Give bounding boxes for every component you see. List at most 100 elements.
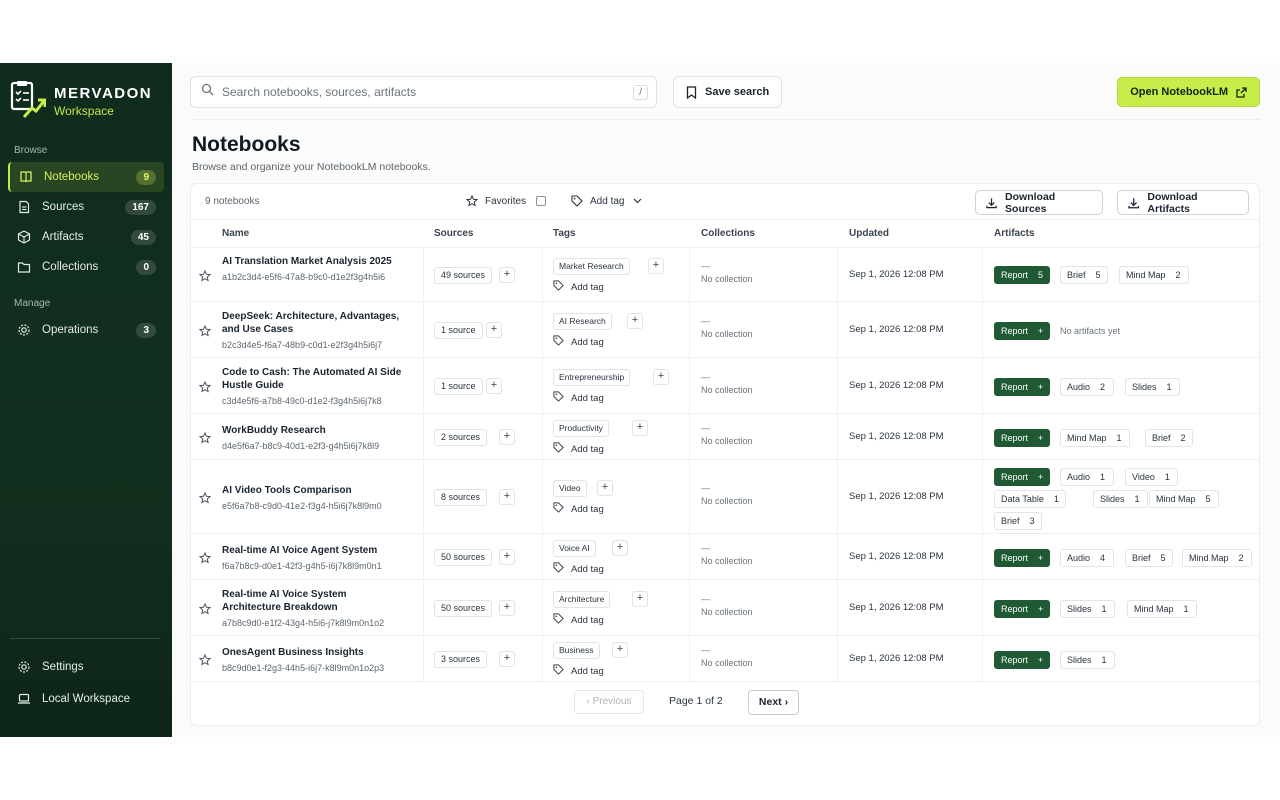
add-tag-filter-dropdown[interactable]: Add tag <box>571 195 642 207</box>
next-page-button[interactable]: Next › <box>748 690 799 715</box>
artifact-chip-data-table[interactable]: Data Table 1 <box>994 490 1066 508</box>
tag-pill[interactable]: Architecture <box>553 591 611 608</box>
tag-pill[interactable]: Entrepreneurship <box>553 369 631 386</box>
favorites-checkbox[interactable] <box>536 196 547 206</box>
add-tag-button[interactable]: Add tag <box>553 442 604 456</box>
artifact-chip-mind-map[interactable]: Mind Map 5 <box>1149 490 1219 508</box>
notebook-title-link[interactable]: AI Translation Market Analysis 2025 a1b2c… <box>222 255 407 284</box>
sources-count-pill[interactable]: 8 sources <box>434 489 488 506</box>
table-row[interactable]: OnesAgent Business Insights b8c9d0e1-f2g3… <box>191 636 1259 682</box>
add-tag-button[interactable]: Add tag <box>553 502 604 516</box>
artifact-chip-brief[interactable]: Brief 5 <box>1125 549 1173 567</box>
add-tag-plus-button[interactable]: + <box>597 480 613 496</box>
artifact-chip-report[interactable]: Report + <box>994 549 1051 567</box>
add-tag-plus-button[interactable]: + <box>653 369 669 385</box>
table-row[interactable]: AI Translation Market Analysis 2025 a1b2c… <box>191 248 1259 302</box>
artifact-chip-mind-map[interactable]: Mind Map 1 <box>1060 429 1130 447</box>
sources-count-pill[interactable]: 50 sources <box>434 600 493 617</box>
sidebar-item-operations[interactable]: Operations 3 <box>8 315 164 345</box>
add-tag-plus-button[interactable]: + <box>612 540 628 556</box>
sources-count-pill[interactable]: 2 sources <box>434 429 488 446</box>
column-header-sources[interactable]: Sources <box>434 228 473 239</box>
favorite-star-icon[interactable] <box>198 380 212 393</box>
artifact-chip-slides[interactable]: Slides 1 <box>1093 490 1148 508</box>
add-source-button[interactable]: + <box>499 651 515 667</box>
add-tag-plus-button[interactable]: + <box>627 313 643 329</box>
notebook-title-link[interactable]: Real-time AI Voice System Architecture B… <box>222 588 407 630</box>
add-tag-button[interactable]: Add tag <box>553 391 604 405</box>
add-tag-plus-button[interactable]: + <box>612 642 628 658</box>
open-notebooklm-button[interactable]: Open NotebookLM <box>1117 77 1260 107</box>
favorite-star-icon[interactable] <box>198 431 212 444</box>
notebook-title-link[interactable]: Code to Cash: The Automated AI Side Hust… <box>222 366 407 408</box>
table-row[interactable]: WorkBuddy Research d4e5f6a7-b8c9-40d1-e2f… <box>191 414 1259 460</box>
artifact-chip-slides[interactable]: Slides 1 <box>1060 600 1115 618</box>
sidebar-item-notebooks[interactable]: Notebooks 9 <box>8 162 164 192</box>
sidebar-item-sources[interactable]: Sources 167 <box>8 192 164 222</box>
table-row[interactable]: Code to Cash: The Automated AI Side Hust… <box>191 358 1259 414</box>
artifact-chip-report[interactable]: Report + <box>994 322 1051 340</box>
favorite-star-icon[interactable] <box>198 653 212 666</box>
artifact-chip-slides[interactable]: Slides 1 <box>1060 651 1115 669</box>
favorite-star-icon[interactable] <box>198 491 212 504</box>
favorite-star-icon[interactable] <box>198 269 212 282</box>
artifact-chip-report[interactable]: Report + <box>994 429 1051 447</box>
notebook-title-link[interactable]: Real-time AI Voice Agent System f6a7b8c9-… <box>222 544 407 573</box>
save-search-button[interactable]: Save search <box>673 76 783 108</box>
search-box[interactable]: / <box>190 76 657 108</box>
add-source-button[interactable]: + <box>486 322 502 338</box>
artifact-chip-brief[interactable]: Brief 3 <box>994 512 1042 530</box>
table-row[interactable]: Real-time AI Voice System Architecture B… <box>191 580 1259 636</box>
add-tag-button[interactable]: Add tag <box>553 335 604 349</box>
add-tag-button[interactable]: Add tag <box>553 613 604 627</box>
artifact-chip-brief[interactable]: Brief 5 <box>1060 266 1108 284</box>
add-tag-button[interactable]: Add tag <box>553 562 604 576</box>
add-tag-button[interactable]: Add tag <box>553 280 604 294</box>
favorites-filter[interactable]: Favorites <box>466 195 547 207</box>
sources-count-pill[interactable]: 3 sources <box>434 651 488 668</box>
artifact-chip-mind-map[interactable]: Mind Map 2 <box>1119 266 1189 284</box>
artifact-chip-report[interactable]: Report + <box>994 468 1051 486</box>
artifact-chip-audio[interactable]: Audio 1 <box>1060 468 1114 486</box>
add-tag-button[interactable]: Add tag <box>553 664 604 678</box>
artifact-chip-brief[interactable]: Brief 2 <box>1145 429 1193 447</box>
sources-count-pill[interactable]: 1 source <box>434 378 483 395</box>
add-tag-plus-button[interactable]: + <box>632 591 648 607</box>
previous-page-button[interactable]: ‹ Previous <box>574 690 644 714</box>
sources-count-pill[interactable]: 1 source <box>434 322 483 339</box>
sidebar-item-artifacts[interactable]: Artifacts 45 <box>8 222 164 252</box>
artifact-chip-mind-map[interactable]: Mind Map 2 <box>1182 549 1252 567</box>
sources-count-pill[interactable]: 50 sources <box>434 549 493 566</box>
tag-pill[interactable]: Business <box>553 642 600 659</box>
add-source-button[interactable]: + <box>499 489 515 505</box>
artifact-chip-mind-map[interactable]: Mind Map 1 <box>1127 600 1197 618</box>
artifact-chip-report[interactable]: Report + <box>994 651 1051 669</box>
favorite-star-icon[interactable] <box>198 602 212 615</box>
table-row[interactable]: AI Video Tools Comparison e5f6a7b8-c9d0-4… <box>191 460 1259 534</box>
artifact-chip-audio[interactable]: Audio 2 <box>1060 378 1114 396</box>
add-source-button[interactable]: + <box>499 600 515 616</box>
tag-pill[interactable]: AI Research <box>553 313 612 330</box>
tag-pill[interactable]: Productivity <box>553 420 609 437</box>
sources-count-pill[interactable]: 49 sources <box>434 267 493 284</box>
notebook-title-link[interactable]: WorkBuddy Research d4e5f6a7-b8c9-40d1-e2f… <box>222 424 407 453</box>
notebook-title-link[interactable]: AI Video Tools Comparison e5f6a7b8-c9d0-4… <box>222 484 407 513</box>
add-source-button[interactable]: + <box>499 549 515 565</box>
add-source-button[interactable]: + <box>486 378 502 394</box>
sidebar-item-local-workspace[interactable]: Local Workspace <box>8 683 164 715</box>
favorite-star-icon[interactable] <box>198 551 212 564</box>
download-artifacts-button[interactable]: Download Artifacts <box>1117 190 1249 215</box>
artifact-chip-slides[interactable]: Slides 1 <box>1125 378 1180 396</box>
sidebar-item-settings[interactable]: Settings <box>8 651 164 683</box>
add-tag-plus-button[interactable]: + <box>632 420 648 436</box>
artifact-chip-report[interactable]: Report + <box>994 600 1051 618</box>
artifact-chip-report[interactable]: Report + <box>994 378 1051 396</box>
tag-pill[interactable]: Video <box>553 480 587 497</box>
notebook-title-link[interactable]: DeepSeek: Architecture, Advantages, and … <box>222 310 407 352</box>
column-header-updated[interactable]: Updated <box>849 228 889 239</box>
column-header-name[interactable]: Name <box>222 228 249 239</box>
search-input[interactable] <box>222 85 634 99</box>
favorite-star-icon[interactable] <box>198 324 212 337</box>
table-row[interactable]: Real-time AI Voice Agent System f6a7b8c9-… <box>191 534 1259 580</box>
notebook-title-link[interactable]: OnesAgent Business Insights b8c9d0e1-f2g3… <box>222 646 407 675</box>
